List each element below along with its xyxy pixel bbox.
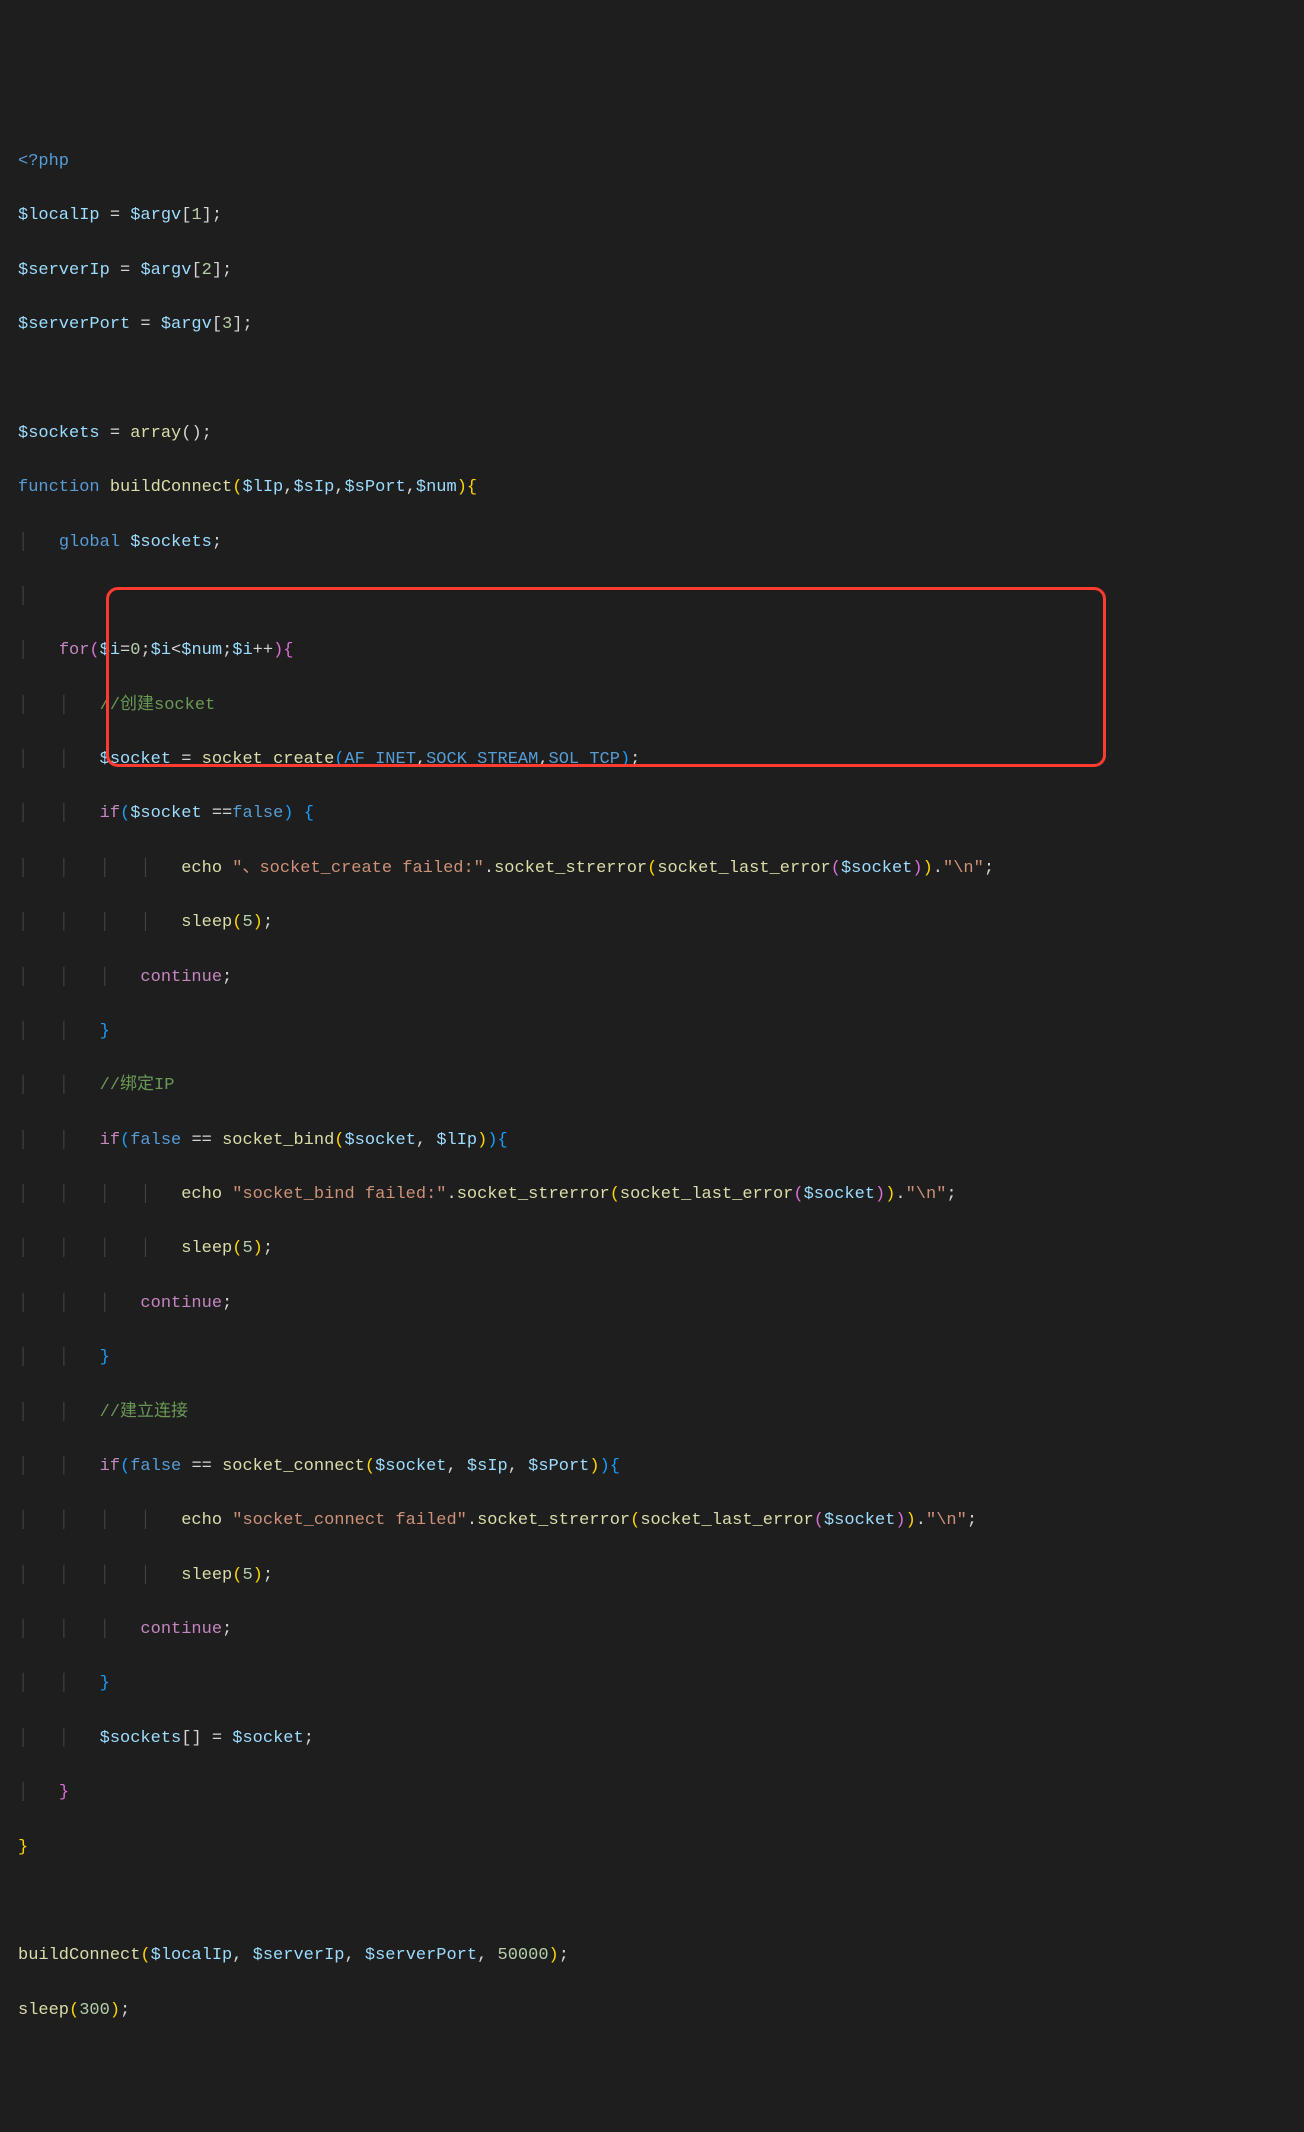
code-line: │ for($i=0;$i<$num;$i++){ bbox=[18, 637, 1286, 664]
code-line: } bbox=[18, 1834, 1286, 1861]
code-line: │ │ if(false == socket_connect($socket, … bbox=[18, 1453, 1286, 1480]
code-line: │ │ if($socket ==false) { bbox=[18, 800, 1286, 827]
code-line: │ bbox=[18, 583, 1286, 610]
code-line: │ │ } bbox=[18, 1344, 1286, 1371]
code-line: │ │ │ │ echo "socket_bind failed:".socke… bbox=[18, 1181, 1286, 1208]
code-line: $serverPort = $argv[3]; bbox=[18, 311, 1286, 338]
code-line: │ │ │ continue; bbox=[18, 964, 1286, 991]
code-line: function buildConnect($lIp,$sIp,$sPort,$… bbox=[18, 474, 1286, 501]
code-line: │ │ │ │ sleep(5); bbox=[18, 1235, 1286, 1262]
code-editor[interactable]: <?php $localIp = $argv[1]; $serverIp = $… bbox=[18, 121, 1286, 2079]
code-line: sleep(300); bbox=[18, 1997, 1286, 2024]
code-line: <?php bbox=[18, 148, 1286, 175]
code-line: │ │ │ │ sleep(5); bbox=[18, 909, 1286, 936]
code-line: │ │ //创建socket bbox=[18, 692, 1286, 719]
code-line: │ │ //建立连接 bbox=[18, 1399, 1286, 1426]
code-line: │ │ } bbox=[18, 1670, 1286, 1697]
code-line: $localIp = $argv[1]; bbox=[18, 202, 1286, 229]
code-line: $serverIp = $argv[2]; bbox=[18, 257, 1286, 284]
code-line: │ │ //绑定IP bbox=[18, 1072, 1286, 1099]
highlight-annotation bbox=[106, 587, 1106, 767]
code-line: buildConnect($localIp, $serverIp, $serve… bbox=[18, 1942, 1286, 1969]
code-line: │ global $sockets; bbox=[18, 529, 1286, 556]
code-line bbox=[18, 1888, 1286, 1915]
code-line: │ │ │ continue; bbox=[18, 1616, 1286, 1643]
code-line: │ │ if(false == socket_bind($socket, $lI… bbox=[18, 1127, 1286, 1154]
code-line: │ │ $socket = socket_create(AF_INET,SOCK… bbox=[18, 746, 1286, 773]
code-line: │ │ │ │ sleep(5); bbox=[18, 1562, 1286, 1589]
code-line: │ │ $sockets[] = $socket; bbox=[18, 1725, 1286, 1752]
php-open-tag: <?php bbox=[18, 152, 69, 171]
code-line: $sockets = array(); bbox=[18, 420, 1286, 447]
code-line: │ } bbox=[18, 1779, 1286, 1806]
code-line: │ │ │ continue; bbox=[18, 1290, 1286, 1317]
code-line: │ │ } bbox=[18, 1018, 1286, 1045]
code-line bbox=[18, 365, 1286, 392]
code-line: │ │ │ │ echo "、socket_create failed:".so… bbox=[18, 855, 1286, 882]
code-line: │ │ │ │ echo "socket_connect failed".soc… bbox=[18, 1507, 1286, 1534]
